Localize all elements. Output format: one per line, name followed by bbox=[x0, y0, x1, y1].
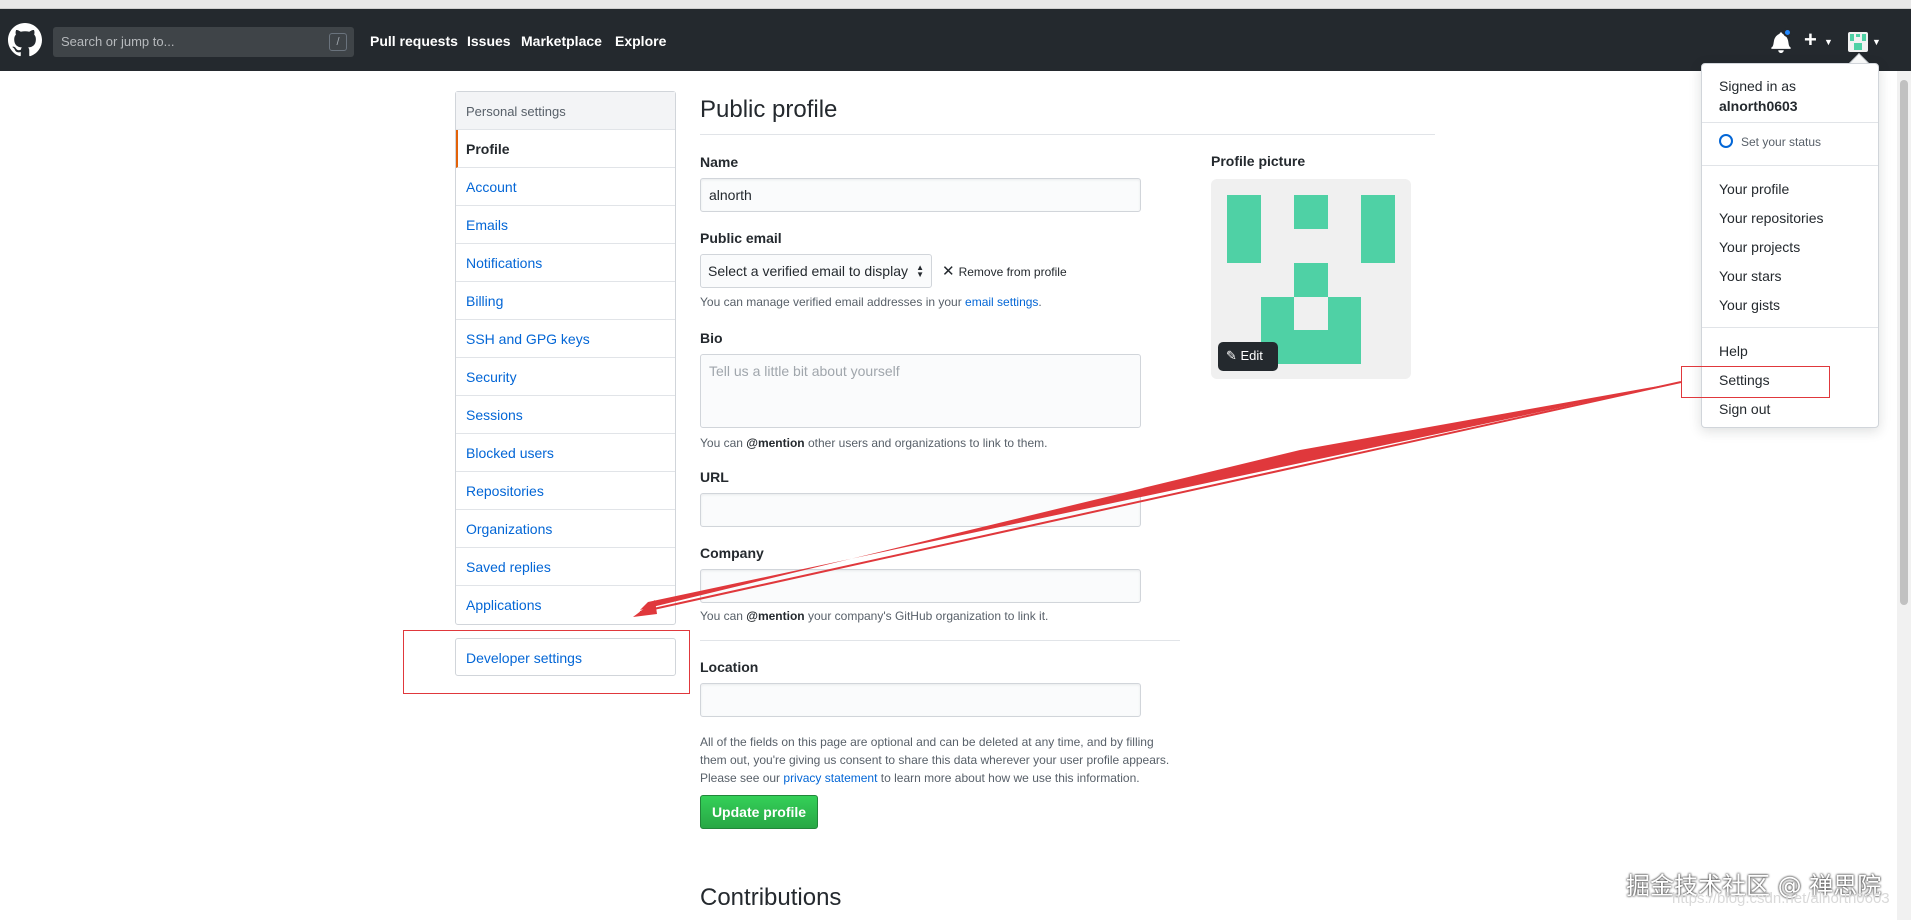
nav-explore[interactable]: Explore bbox=[615, 33, 666, 49]
sidebar-item-applications[interactable]: Applications bbox=[456, 586, 675, 624]
email-settings-link[interactable]: email settings bbox=[965, 295, 1038, 309]
scrollbar-thumb[interactable] bbox=[1900, 80, 1908, 605]
sidebar-item-emails[interactable]: Emails bbox=[456, 206, 675, 244]
public-email-selected: Select a verified email to display bbox=[708, 263, 908, 279]
sidebar-item-blocked-users[interactable]: Blocked users bbox=[456, 434, 675, 472]
sidebar-item-ssh-gpg-keys[interactable]: SSH and GPG keys bbox=[456, 320, 675, 358]
notification-dot-icon bbox=[1783, 28, 1792, 37]
sidebar-item-saved-replies[interactable]: Saved replies bbox=[456, 548, 675, 586]
bio-note: You can @mention other users and organiz… bbox=[700, 436, 1048, 450]
plus-icon[interactable]: + bbox=[1804, 29, 1817, 51]
nav-issues[interactable]: Issues bbox=[467, 33, 511, 49]
sidebar-item-billing[interactable]: Billing bbox=[456, 282, 675, 320]
search-placeholder: Search or jump to... bbox=[61, 34, 175, 49]
menu-item-your-profile[interactable]: Your profile bbox=[1719, 181, 1789, 197]
public-email-select[interactable]: Select a verified email to display ▲ ▼ bbox=[700, 254, 932, 288]
email-note: You can manage verified email addresses … bbox=[700, 295, 1042, 309]
username: alnorth0603 bbox=[1719, 98, 1798, 114]
remove-from-profile-button[interactable]: ✕ Remove from profile bbox=[942, 262, 1067, 280]
bio-label: Bio bbox=[700, 330, 723, 346]
annotation-box-settings bbox=[1681, 366, 1830, 398]
privacy-statement-link[interactable]: privacy statement bbox=[783, 771, 877, 785]
company-note: You can @mention your company's GitHub o… bbox=[700, 609, 1049, 623]
avatar[interactable] bbox=[1848, 32, 1868, 52]
settings-sidebar: Personal settings Profile Account Emails… bbox=[455, 91, 676, 625]
public-email-label: Public email bbox=[700, 230, 782, 246]
set-status-button[interactable]: Set your status bbox=[1719, 134, 1821, 149]
signed-in-as: Signed in as alnorth0603 bbox=[1719, 78, 1798, 114]
sidebar-heading: Personal settings bbox=[456, 92, 675, 130]
name-label: Name bbox=[700, 154, 739, 170]
github-logo-icon[interactable] bbox=[8, 23, 42, 57]
watermark-url: https://blog.csdn.net/alnorth0603 bbox=[1672, 890, 1890, 907]
section-divider bbox=[700, 640, 1180, 641]
privacy-note: All of the fields on this page are optio… bbox=[700, 735, 1170, 785]
select-arrows-icon: ▲ ▼ bbox=[916, 263, 924, 279]
avatar-chevron-down-icon: ▼ bbox=[1872, 37, 1881, 47]
menu-item-your-projects[interactable]: Your projects bbox=[1719, 239, 1800, 255]
menu-item-your-gists[interactable]: Your gists bbox=[1719, 297, 1780, 313]
menu-item-your-stars[interactable]: Your stars bbox=[1719, 268, 1782, 284]
location-label: Location bbox=[700, 659, 759, 675]
name-field[interactable]: alnorth bbox=[700, 178, 1141, 212]
edit-profile-picture-button[interactable]: ✎ Edit bbox=[1218, 342, 1278, 371]
menu-item-sign-out[interactable]: Sign out bbox=[1719, 401, 1770, 417]
company-label: Company bbox=[700, 545, 764, 561]
url-field[interactable] bbox=[700, 493, 1141, 527]
profile-picture-label: Profile picture bbox=[1211, 153, 1306, 169]
pencil-icon: ✎ bbox=[1226, 348, 1241, 363]
slash-shortcut-badge: / bbox=[329, 33, 347, 51]
sidebar-item-sessions[interactable]: Sessions bbox=[456, 396, 675, 434]
location-field[interactable] bbox=[700, 683, 1141, 717]
remove-from-profile-label: Remove from profile bbox=[958, 265, 1067, 279]
sidebar-item-notifications[interactable]: Notifications bbox=[456, 244, 675, 282]
annotation-box-developer-settings bbox=[403, 630, 690, 694]
menu-item-help[interactable]: Help bbox=[1719, 343, 1748, 359]
close-icon: ✕ bbox=[942, 263, 955, 280]
url-label: URL bbox=[700, 469, 729, 485]
site-header: Search or jump to... / Pull requests Iss… bbox=[0, 9, 1911, 71]
page-title: Public profile bbox=[700, 96, 838, 123]
chevron-down-icon: ▼ bbox=[1824, 37, 1833, 47]
menu-item-your-repositories[interactable]: Your repositories bbox=[1719, 210, 1824, 226]
smiley-icon bbox=[1719, 134, 1733, 148]
sidebar-item-organizations[interactable]: Organizations bbox=[456, 510, 675, 548]
sidebar-item-security[interactable]: Security bbox=[456, 358, 675, 396]
sidebar-item-account[interactable]: Account bbox=[456, 168, 675, 206]
nav-pull-requests[interactable]: Pull requests bbox=[370, 33, 458, 49]
sidebar-item-repositories[interactable]: Repositories bbox=[456, 472, 675, 510]
company-field[interactable] bbox=[700, 569, 1141, 603]
search-input[interactable]: Search or jump to... / bbox=[53, 27, 354, 57]
browser-top-strip bbox=[0, 0, 1911, 9]
title-divider bbox=[700, 134, 1435, 135]
contributions-heading: Contributions bbox=[700, 884, 842, 911]
sidebar-item-profile[interactable]: Profile bbox=[456, 130, 675, 168]
update-profile-button[interactable]: Update profile bbox=[700, 795, 818, 829]
bio-textarea[interactable]: Tell us a little bit about yourself bbox=[700, 354, 1141, 428]
nav-marketplace[interactable]: Marketplace bbox=[521, 33, 602, 49]
